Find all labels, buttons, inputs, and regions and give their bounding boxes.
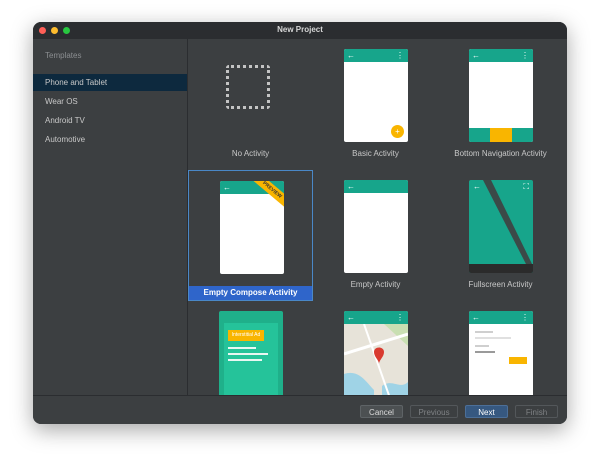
sidebar-item-automotive[interactable]: Automotive	[33, 131, 187, 148]
template-google-maps[interactable]: ← ⋮	[313, 301, 438, 395]
map-graphic	[344, 324, 408, 395]
template-bottom-navigation-activity[interactable]: ← ⋮ Bottom Navigation Activity	[438, 39, 563, 170]
template-thumbnail: ← ⋮	[469, 311, 533, 395]
back-arrow-icon: ←	[473, 182, 481, 191]
fab-add-icon: +	[391, 125, 404, 138]
system-nav-bar	[469, 264, 533, 273]
template-label: Fullscreen Activity	[438, 280, 563, 289]
fullscreen-diagonal-graphic	[469, 180, 533, 273]
cancel-button[interactable]: Cancel	[360, 405, 403, 418]
previous-button[interactable]: Previous	[410, 405, 458, 418]
app-bar: ← ⋮	[344, 49, 408, 62]
template-thumbnail: ← ⛶	[469, 180, 533, 273]
back-arrow-icon: ←	[347, 181, 355, 192]
template-label: Empty Compose Activity	[189, 286, 312, 300]
interstitial-ad-label: Interstitial Ad	[228, 330, 264, 341]
sidebar-item-wear-os[interactable]: Wear OS	[33, 93, 187, 110]
email-field	[475, 337, 511, 339]
template-label: Bottom Navigation Activity	[438, 149, 563, 158]
template-login-activity[interactable]: ← ⋮	[438, 301, 563, 395]
template-no-activity[interactable]: No Activity	[188, 39, 313, 170]
back-arrow-icon: ←	[347, 50, 355, 61]
empty-placeholder-icon	[226, 65, 270, 109]
overflow-menu-icon: ⋮	[396, 50, 404, 61]
sidebar-item-android-tv[interactable]: Android TV	[33, 112, 187, 129]
text-line	[228, 347, 256, 349]
app-bar: ← ⋮	[469, 49, 533, 62]
sidebar-heading: Templates	[45, 51, 81, 60]
template-empty-activity[interactable]: ← Empty Activity	[313, 170, 438, 301]
title-bar: New Project	[33, 22, 567, 39]
password-field	[475, 351, 495, 353]
finish-button[interactable]: Finish	[515, 405, 558, 418]
template-label: No Activity	[188, 149, 313, 158]
back-arrow-icon: ←	[347, 312, 355, 323]
back-arrow-icon: ←	[472, 312, 480, 323]
email-field-hint	[475, 331, 493, 333]
template-label: Empty Activity	[313, 280, 438, 289]
template-thumbnail: Interstitial Ad	[219, 311, 283, 395]
password-field-hint	[475, 345, 489, 347]
template-category-sidebar: Templates Phone and Tablet Wear OS Andro…	[33, 39, 188, 395]
next-button[interactable]: Next	[465, 405, 508, 418]
window-title: New Project	[33, 25, 567, 34]
back-arrow-icon: ←	[223, 182, 231, 193]
template-thumbnail: ← PREVIEW	[220, 181, 284, 274]
app-bar: ← ⋮	[344, 311, 408, 324]
template-fullscreen-activity[interactable]: ← ⛶ Fullscreen Activity	[438, 170, 563, 301]
template-label: Basic Activity	[313, 149, 438, 158]
template-empty-compose-activity[interactable]: ← PREVIEW Empty Compose Activity	[188, 170, 313, 301]
fullscreen-expand-icon: ⛶	[523, 182, 529, 192]
text-line	[228, 353, 268, 355]
app-bar: ← ⋮	[469, 311, 533, 324]
sidebar-item-phone-and-tablet[interactable]: Phone and Tablet	[33, 74, 187, 91]
overflow-menu-icon: ⋮	[396, 312, 404, 323]
template-grid: No Activity ← ⋮ + Basic Activity ← ⋮ Bot…	[188, 39, 567, 395]
selected-nav-item	[490, 128, 512, 142]
overflow-menu-icon: ⋮	[521, 50, 529, 61]
template-thumbnail: ← ⋮	[344, 311, 408, 395]
overflow-menu-icon: ⋮	[521, 312, 529, 323]
text-line	[228, 359, 262, 361]
template-thumbnail: ← ⋮	[469, 49, 533, 142]
back-arrow-icon: ←	[472, 50, 480, 61]
new-project-dialog: New Project Templates Phone and Tablet W…	[33, 22, 567, 424]
sign-in-button-graphic	[509, 357, 527, 364]
template-basic-activity[interactable]: ← ⋮ + Basic Activity	[313, 39, 438, 170]
dialog-footer: Cancel Previous Next Finish	[33, 395, 567, 424]
bottom-navigation-bar	[469, 128, 533, 142]
app-bar: ←	[344, 180, 408, 193]
template-thumbnail: ← ⋮ +	[344, 49, 408, 142]
template-interstitial-ad[interactable]: Interstitial Ad	[188, 301, 313, 395]
template-thumbnail: ←	[344, 180, 408, 273]
